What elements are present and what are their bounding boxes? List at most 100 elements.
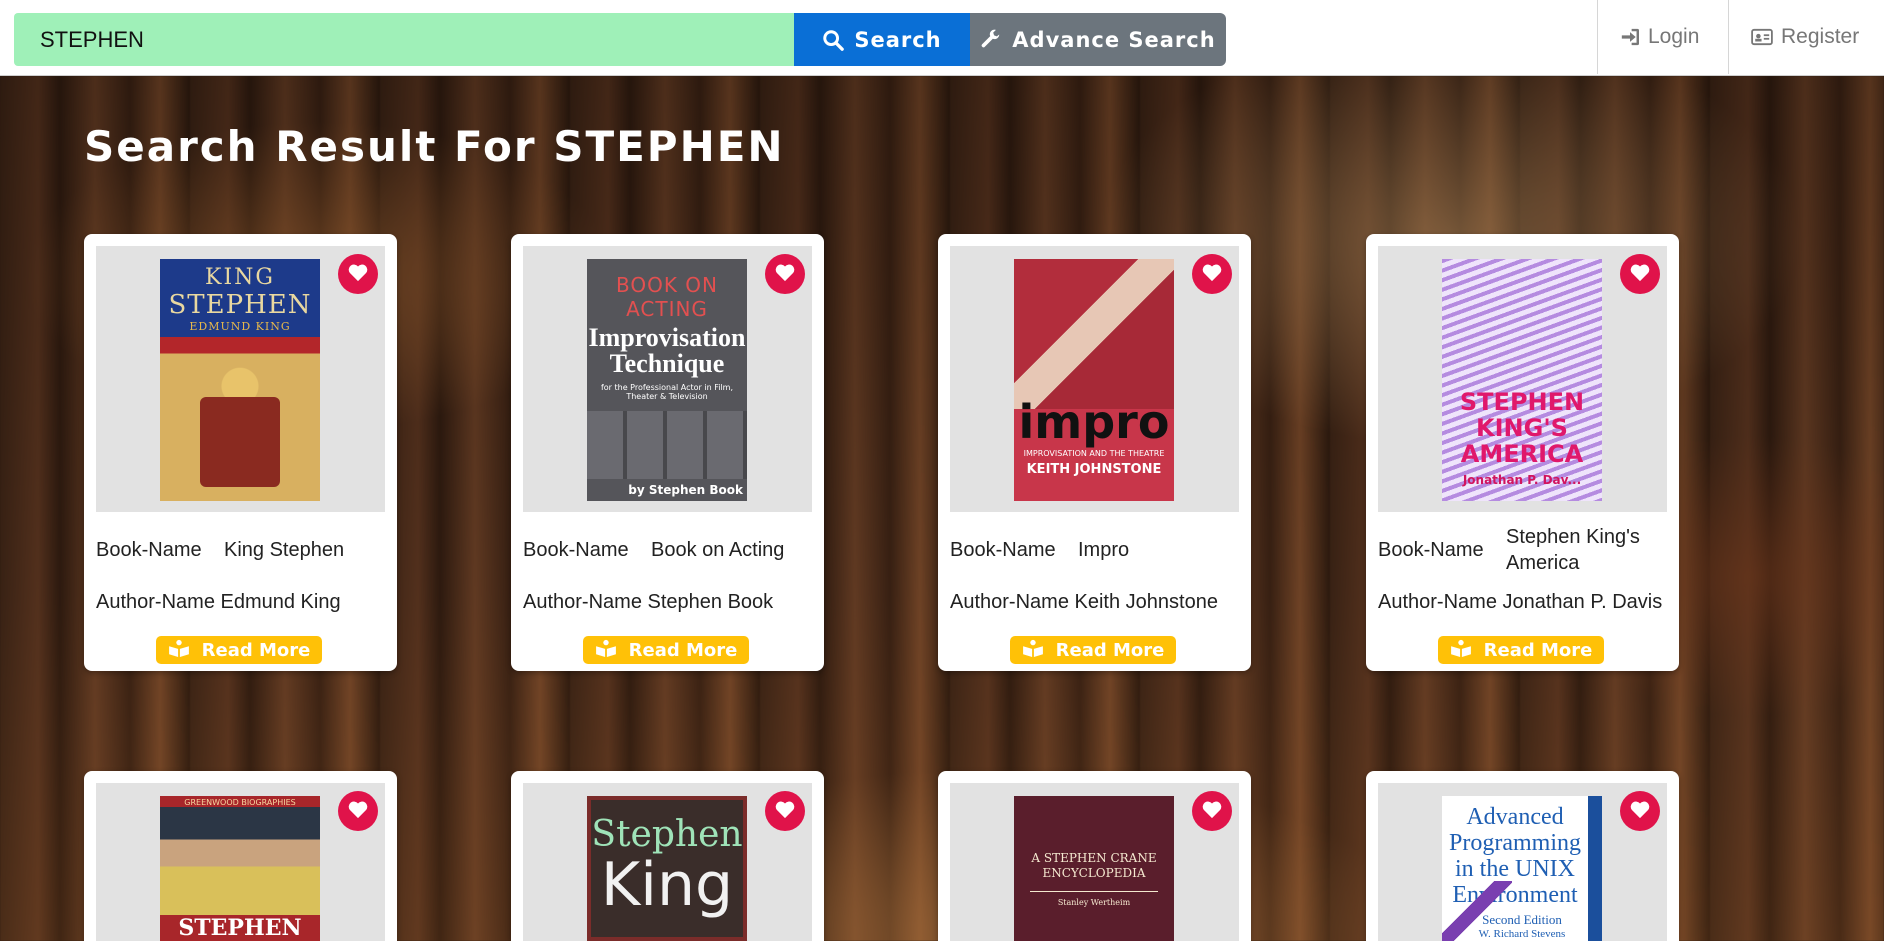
author-name-value: Keith Johnstone — [1074, 591, 1218, 613]
cover-text: for the Professional Actor in Film, Thea… — [600, 383, 734, 401]
book-cover-frame: BOOK ON ACTING Improvisation Technique f… — [523, 246, 812, 512]
favorite-button[interactable] — [1192, 791, 1232, 831]
favorite-button[interactable] — [1192, 254, 1232, 294]
cover-text: BOOK ON ACTING — [615, 273, 719, 321]
search-input[interactable] — [14, 13, 794, 66]
read-more-label: Read More — [628, 639, 738, 661]
read-more-button[interactable]: Read More — [156, 636, 322, 664]
read-more-label: Read More — [1483, 639, 1593, 661]
author-name-value: Edmund King — [220, 591, 341, 613]
book-cover[interactable]: STEPHEN KING'S AMERICA Jonathan P. Dav..… — [1442, 259, 1602, 501]
page-title: Search Result For STEPHEN — [84, 122, 785, 171]
cover-text: Improvisation Technique — [588, 323, 746, 378]
book-name-label: Book-Name — [96, 538, 202, 561]
heart-icon — [347, 262, 369, 286]
cover-text: KING — [205, 265, 275, 290]
book-card: impro IMPROVISATION AND THE THEATRE KEIT… — [938, 234, 1251, 671]
book-cover-frame: Advanced Programming in the UNIX Environ… — [1378, 783, 1667, 941]
book-card: A STEPHEN CRANE ENCYCLOPEDIA Stanley Wer… — [938, 771, 1251, 941]
book-card: KING STEPHEN EDMUND KING Book-Name King … — [84, 234, 397, 671]
register-label: Register — [1781, 25, 1860, 48]
id-card-icon — [1751, 28, 1773, 46]
book-name-label: Book-Name — [1378, 538, 1484, 561]
search-icon — [822, 29, 845, 51]
advance-search-button[interactable]: Advance Search — [970, 13, 1226, 66]
book-name-label: Book-Name — [950, 538, 1056, 561]
book-cover-frame: STEPHEN KING'S AMERICA Jonathan P. Dav..… — [1378, 246, 1667, 512]
author-name-label: Author-Name — [96, 591, 215, 613]
heart-icon — [774, 799, 796, 823]
book-card: BOOK ON ACTING Improvisation Technique f… — [511, 234, 824, 671]
book-cover[interactable]: Advanced Programming in the UNIX Environ… — [1442, 796, 1602, 941]
book-card: STEPHEN KING'S AMERICA Jonathan P. Dav..… — [1366, 234, 1679, 671]
cover-text: STEPHEN KING'S AMERICA — [1459, 388, 1585, 468]
author-name-row: Author-Name Jonathan P. Davis — [1378, 591, 1662, 614]
book-cover[interactable]: GREENWOOD BIOGRAPHIES STEPHEN — [160, 796, 320, 941]
book-card: GREENWOOD BIOGRAPHIES STEPHEN — [84, 771, 397, 941]
cover-text: by Stephen Book — [628, 483, 743, 497]
favorite-button[interactable] — [1620, 791, 1660, 831]
top-navbar: Search Advance Search Login Register — [0, 0, 1884, 76]
read-more-button[interactable]: Read More — [583, 636, 749, 664]
heart-icon — [347, 799, 369, 823]
book-reader-icon — [168, 639, 190, 662]
author-name-row: Author-Name Stephen Book — [523, 591, 773, 614]
heart-icon — [1201, 799, 1223, 823]
cover-text: Jonathan P. Dav... — [1462, 473, 1582, 487]
book-cover[interactable]: impro IMPROVISATION AND THE THEATRE KEIT… — [1014, 259, 1174, 501]
heart-icon — [1201, 262, 1223, 286]
read-more-button[interactable]: Read More — [1438, 636, 1604, 664]
login-link[interactable]: Login — [1597, 0, 1728, 74]
cover-text: impro — [1018, 395, 1170, 449]
sign-in-icon — [1620, 28, 1640, 46]
read-more-button[interactable]: Read More — [1010, 636, 1176, 664]
cover-text: STEPHEN — [168, 290, 312, 320]
book-name-value: Book on Acting — [651, 539, 785, 561]
book-name-value: Impro — [1078, 539, 1130, 561]
author-name-label: Author-Name — [523, 591, 642, 613]
author-name-row: Author-Name Edmund King — [96, 591, 341, 614]
book-name-value: Stephen King's America — [1506, 526, 1640, 574]
favorite-button[interactable] — [338, 791, 378, 831]
book-cover[interactable]: KING STEPHEN EDMUND KING — [160, 259, 320, 501]
author-name-label: Author-Name — [1378, 591, 1497, 613]
book-cover-frame: A STEPHEN CRANE ENCYCLOPEDIA Stanley Wer… — [950, 783, 1239, 941]
book-reader-icon — [595, 639, 617, 662]
read-more-label: Read More — [201, 639, 311, 661]
cover-text: Stanley Wertheim — [1057, 898, 1131, 907]
book-cover[interactable]: BOOK ON ACTING Improvisation Technique f… — [587, 259, 747, 501]
advance-search-label: Advance Search — [1012, 27, 1216, 52]
register-link[interactable]: Register — [1728, 0, 1884, 74]
favorite-button[interactable] — [1620, 254, 1660, 294]
book-name-row: Book-Name King Stephen — [96, 524, 389, 576]
book-name-row: Book-Name Impro — [950, 524, 1243, 576]
search-group: Search Advance Search — [14, 13, 1226, 66]
cover-text: King — [600, 850, 734, 920]
favorite-button[interactable] — [338, 254, 378, 294]
login-label: Login — [1648, 25, 1700, 48]
cover-text: EDMUND KING — [189, 320, 291, 333]
book-cover[interactable]: A STEPHEN CRANE ENCYCLOPEDIA Stanley Wer… — [1014, 796, 1174, 941]
book-reader-icon — [1022, 639, 1044, 662]
book-cover-frame: Stephen King — [523, 783, 812, 941]
favorite-button[interactable] — [765, 791, 805, 831]
cover-text: Stephen — [591, 814, 743, 855]
cover-text: STEPHEN — [178, 915, 302, 941]
author-name-label: Author-Name — [950, 591, 1069, 613]
heart-icon — [1629, 262, 1651, 286]
book-name-value: King Stephen — [224, 539, 345, 561]
heart-icon — [1629, 799, 1651, 823]
cover-text: IMPROVISATION AND THE THEATRE — [1023, 449, 1165, 458]
book-name-row: Book-Name Stephen King's America — [1378, 524, 1671, 576]
author-name-value: Stephen Book — [647, 591, 774, 613]
book-cover-frame: GREENWOOD BIOGRAPHIES STEPHEN — [96, 783, 385, 941]
wrench-icon — [980, 29, 1002, 51]
heart-icon — [774, 262, 796, 286]
cover-text: GREENWOOD BIOGRAPHIES — [184, 798, 296, 807]
book-cover[interactable]: Stephen King — [587, 796, 747, 941]
author-name-value: Jonathan P. Davis — [1502, 591, 1663, 613]
book-name-row: Book-Name Book on Acting — [523, 524, 816, 576]
search-button-label: Search — [854, 27, 942, 52]
favorite-button[interactable] — [765, 254, 805, 294]
search-button[interactable]: Search — [794, 13, 970, 66]
